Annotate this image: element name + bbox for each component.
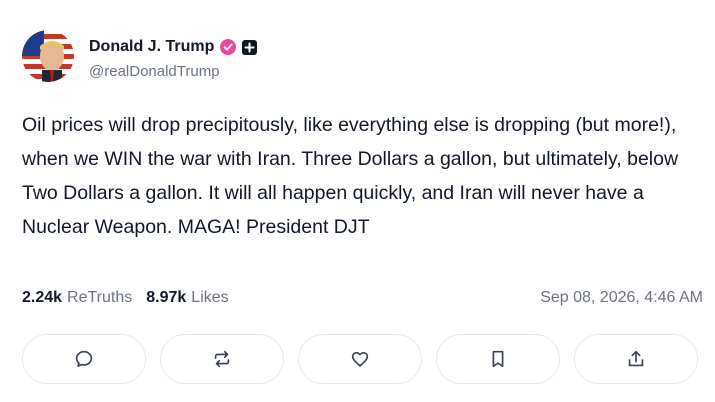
author-display-name[interactable]: Donald J. Trump: [89, 38, 214, 56]
likes-label: Likes: [191, 289, 229, 306]
post-stats: 2.24k ReTruths 8.97k Likes Sep 08, 2026,…: [22, 289, 703, 307]
action-bar: [22, 334, 698, 384]
avatar[interactable]: [22, 30, 74, 82]
retruth-button[interactable]: [160, 334, 284, 384]
author-handle[interactable]: @realDonaldTrump: [89, 63, 220, 80]
retruth-icon: [214, 350, 230, 368]
bookmark-icon: [492, 350, 504, 368]
retruths-count: 2.24k: [22, 289, 63, 306]
plus-badge-icon: [242, 39, 258, 55]
reply-button[interactable]: [22, 334, 146, 384]
likes-count: 8.97k: [146, 289, 187, 306]
share-button[interactable]: [574, 334, 698, 384]
post-card: Donald J. Trump @realDonaldTrump Oil pri…: [0, 0, 715, 402]
comment-icon: [75, 350, 93, 367]
retruths-label: ReTruths: [67, 289, 133, 306]
verified-badge-icon: [220, 39, 237, 55]
likes-stat[interactable]: 8.97k Likes: [146, 289, 228, 307]
post-timestamp[interactable]: Sep 08, 2026, 4:46 AM: [540, 289, 703, 307]
post-text: Oil prices will drop precipitously, like…: [22, 114, 679, 238]
avatar-image: [22, 30, 74, 82]
bookmark-button[interactable]: [436, 334, 560, 384]
retruths-stat[interactable]: 2.24k ReTruths: [22, 289, 132, 307]
heart-icon: [351, 351, 369, 367]
like-button[interactable]: [298, 334, 422, 384]
share-icon: [628, 350, 644, 367]
author-name-row: Donald J. Trump: [89, 37, 258, 57]
